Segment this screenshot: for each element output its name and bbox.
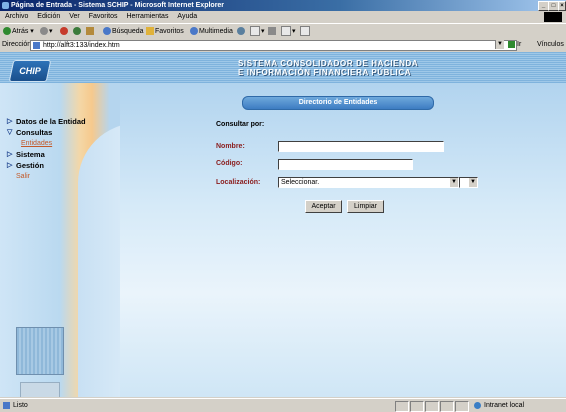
localizacion-label: Localización: bbox=[216, 179, 261, 186]
address-label: Dirección bbox=[2, 41, 32, 48]
home-icon bbox=[86, 27, 94, 36]
favorites-icon bbox=[146, 27, 154, 36]
address-bar: Dirección http://alft3:133/index.htm ▼ I… bbox=[0, 39, 566, 51]
edit-button[interactable]: ▾ bbox=[281, 24, 296, 39]
links-button[interactable]: Vínculos bbox=[537, 39, 564, 51]
status-cell bbox=[395, 401, 409, 412]
menu-bar: Archivo Edición Ver Favoritos Herramient… bbox=[0, 11, 566, 23]
menu-archivo[interactable]: Archivo bbox=[5, 13, 28, 20]
localizacion-subselect[interactable]: ▼ bbox=[459, 177, 478, 188]
nav-menu: ▷ Datos de la Entidad ▽ Consultas Entida… bbox=[7, 116, 86, 182]
nav-subitem-entidades[interactable]: Entidades bbox=[7, 138, 86, 149]
chevron-right-icon: ▷ bbox=[7, 118, 13, 125]
back-arrow-icon bbox=[3, 27, 11, 36]
form-title-banner: Directorio de Entidades bbox=[242, 96, 434, 110]
status-cell bbox=[410, 401, 424, 412]
status-cell bbox=[425, 401, 439, 412]
address-dropdown-icon[interactable]: ▼ bbox=[495, 40, 504, 49]
page-icon bbox=[33, 42, 40, 49]
nav-item-gestion[interactable]: ▷ Gestión bbox=[7, 160, 86, 171]
nav-item-salir[interactable]: Salir bbox=[7, 171, 86, 182]
nombre-label: Nombre: bbox=[216, 143, 245, 150]
forward-arrow-icon bbox=[40, 27, 48, 36]
site-header: CHIP SISTEMA CONSOLIDADOR DE HACIENDA E … bbox=[0, 52, 566, 83]
go-arrow-icon[interactable] bbox=[508, 41, 515, 48]
menu-ver[interactable]: Ver bbox=[69, 13, 80, 20]
stop-icon bbox=[60, 27, 68, 36]
window-title: Página de Entrada - Sistema SCHIP - Micr… bbox=[11, 2, 225, 9]
codigo-label: Código: bbox=[216, 160, 243, 167]
header-title-line1: SISTEMA CONSOLIDADOR DE HACIENDA bbox=[238, 59, 419, 68]
status-text: Listo bbox=[13, 402, 28, 409]
nav-item-datos-entidad[interactable]: ▷ Datos de la Entidad bbox=[7, 116, 86, 127]
address-input[interactable]: http://alft3:133/index.htm bbox=[30, 40, 517, 51]
search-icon bbox=[103, 27, 111, 36]
header-title-line2: E INFORMACIÓN FINANCIERA PÚBLICA bbox=[238, 68, 412, 77]
mail-icon bbox=[250, 26, 260, 37]
page-content: CHIP SISTEMA CONSOLIDADOR DE HACIENDA E … bbox=[0, 52, 566, 397]
nombre-input[interactable] bbox=[278, 141, 444, 152]
discuss-icon bbox=[300, 26, 310, 37]
print-button[interactable] bbox=[268, 24, 277, 39]
ie-icon bbox=[2, 2, 9, 9]
nav-item-sistema[interactable]: ▷ Sistema bbox=[7, 149, 86, 160]
security-zone: Intranet local bbox=[484, 402, 525, 409]
window-titlebar: Página de Entrada - Sistema SCHIP - Micr… bbox=[0, 0, 566, 11]
close-button[interactable]: × bbox=[558, 1, 566, 11]
address-url: http://alft3:133/index.htm bbox=[43, 42, 120, 49]
form-subtitle: Consultar por: bbox=[216, 121, 265, 128]
forward-button[interactable]: ▾ bbox=[40, 24, 53, 39]
clear-button[interactable]: Limpiar bbox=[347, 200, 384, 213]
refresh-icon bbox=[73, 27, 81, 36]
multimedia-button[interactable]: Multimedia bbox=[190, 24, 233, 39]
chevron-right-icon: ▷ bbox=[7, 162, 13, 169]
search-button[interactable]: Búsqueda bbox=[103, 24, 144, 39]
go-button[interactable]: Ir bbox=[517, 39, 521, 51]
chevron-right-icon: ▷ bbox=[7, 151, 13, 158]
refresh-button[interactable] bbox=[73, 24, 82, 39]
status-bar: Listo Intranet local bbox=[0, 398, 566, 412]
menu-edicion[interactable]: Edición bbox=[37, 13, 60, 20]
back-button[interactable]: Atrás ▾ bbox=[3, 24, 34, 39]
decorative-square bbox=[16, 327, 64, 375]
menu-herramientas[interactable]: Herramientas bbox=[126, 13, 168, 20]
favorites-button[interactable]: Favoritos bbox=[146, 24, 184, 39]
mail-button[interactable]: ▾ bbox=[250, 24, 265, 39]
page-icon bbox=[3, 402, 10, 409]
chevron-down-icon: ▼ bbox=[450, 178, 458, 187]
edit-icon bbox=[281, 26, 291, 37]
status-cell bbox=[455, 401, 469, 412]
history-button[interactable] bbox=[237, 24, 246, 39]
menu-favoritos[interactable]: Favoritos bbox=[89, 13, 118, 20]
toolbar: Atrás ▾ ▾ Búsqueda Favoritos Multimedia … bbox=[0, 23, 566, 40]
nav-item-consultas[interactable]: ▽ Consultas bbox=[7, 127, 86, 138]
print-icon bbox=[268, 27, 276, 36]
localizacion-selected: Seleccionar. bbox=[281, 179, 320, 186]
chip-logo: CHIP bbox=[8, 60, 52, 82]
home-button[interactable] bbox=[86, 24, 95, 39]
codigo-input[interactable] bbox=[278, 159, 413, 170]
chevron-down-icon: ▽ bbox=[7, 129, 13, 136]
history-icon bbox=[237, 27, 245, 36]
chevron-down-icon: ▼ bbox=[469, 178, 477, 187]
accept-button[interactable]: Aceptar bbox=[305, 200, 342, 213]
discuss-button[interactable] bbox=[300, 24, 311, 39]
stop-button[interactable] bbox=[60, 24, 69, 39]
menu-ayuda[interactable]: Ayuda bbox=[177, 13, 197, 20]
status-cell bbox=[440, 401, 454, 412]
windows-logo-icon bbox=[544, 12, 562, 22]
decorative-square-light bbox=[20, 382, 60, 397]
globe-icon bbox=[474, 402, 481, 409]
localizacion-select[interactable]: Seleccionar. ▼ bbox=[278, 177, 459, 188]
multimedia-icon bbox=[190, 27, 198, 36]
